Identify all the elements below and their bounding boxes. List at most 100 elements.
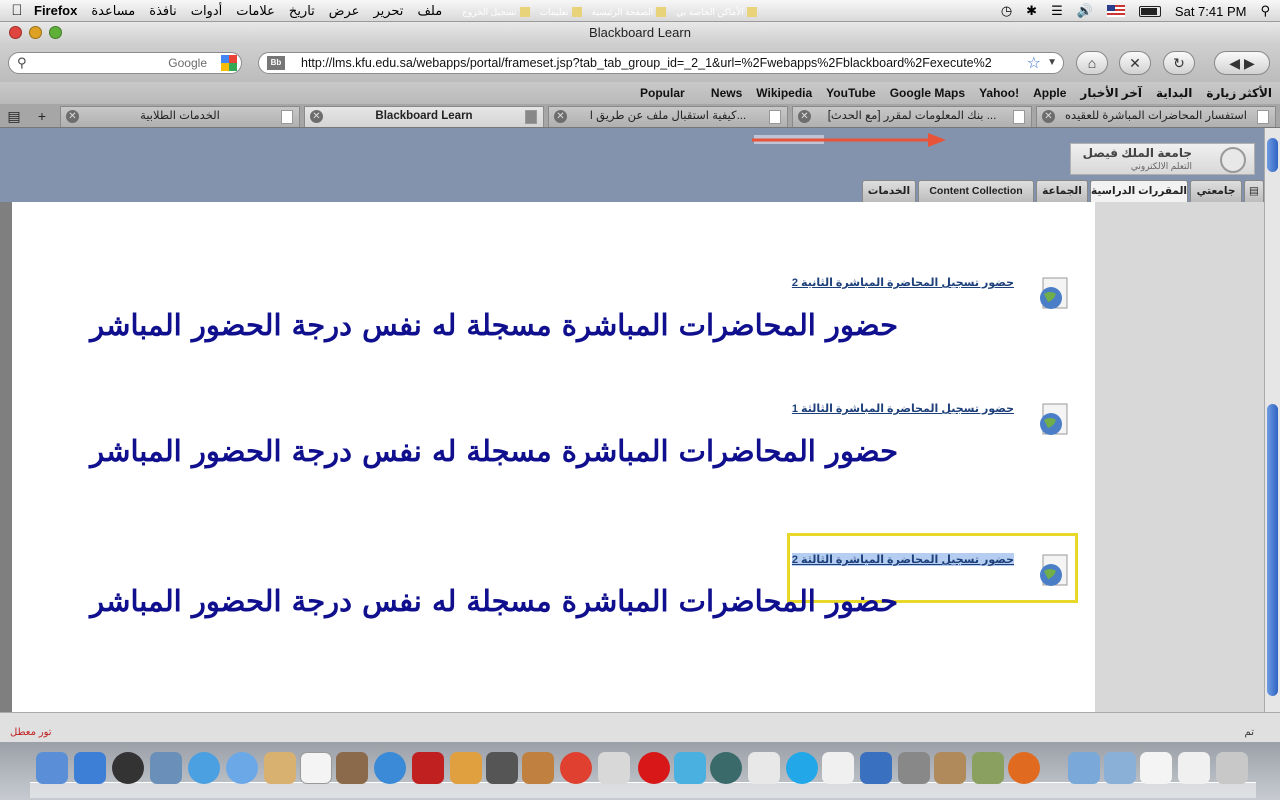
- preview-icon[interactable]: [336, 752, 368, 784]
- messenger-icon[interactable]: [674, 752, 706, 784]
- safari-icon[interactable]: [188, 752, 220, 784]
- opera-icon[interactable]: [638, 752, 670, 784]
- page-scrollbar[interactable]: [1264, 128, 1280, 712]
- close-tab-icon[interactable]: ✕: [1042, 110, 1055, 123]
- address-book-icon[interactable]: [264, 752, 296, 784]
- trash-icon[interactable]: [1216, 752, 1248, 784]
- bookmark-apple[interactable]: Apple: [1033, 86, 1066, 100]
- home-button[interactable]: ⌂: [1076, 51, 1108, 75]
- app-store-icon[interactable]: [74, 752, 106, 784]
- inner-scroll-thumb[interactable]: [1267, 404, 1278, 696]
- bookmark-news[interactable]: News: [711, 86, 742, 100]
- applications-folder-icon[interactable]: [1068, 752, 1100, 784]
- menu-bookmarks[interactable]: علامات: [236, 3, 275, 19]
- finder-icon[interactable]: [36, 752, 68, 784]
- time-machine-dock-icon[interactable]: [710, 752, 742, 784]
- nav-tab-community[interactable]: الجماعة: [1036, 180, 1088, 202]
- minimize-window-icon[interactable]: [29, 26, 42, 39]
- iphoto-icon[interactable]: [450, 752, 482, 784]
- university-logo[interactable]: جامعة الملك فيصل التعلم الالكتروني: [1070, 143, 1255, 175]
- zoom-window-icon[interactable]: [49, 26, 62, 39]
- volume-icon[interactable]: 🔊: [1077, 3, 1093, 19]
- home-link[interactable]: الصفحة الرئيسية: [592, 7, 667, 18]
- tab-lectures-inquiry[interactable]: ✕ استفسار المحاضرات المباشرة للعقيده: [1036, 106, 1276, 127]
- bookmark-latest-news[interactable]: آخر الأخبار: [1080, 86, 1142, 100]
- itunes-icon[interactable]: [374, 752, 406, 784]
- ichat-icon[interactable]: [226, 752, 258, 784]
- adium-icon[interactable]: [748, 752, 780, 784]
- item-link-2[interactable]: حضور تسجيل المحاضرة المباشرة الثالثة 1: [792, 402, 1014, 415]
- nav-tab-services[interactable]: الخدمات: [862, 180, 916, 202]
- flower-app-icon[interactable]: [822, 752, 854, 784]
- url-text[interactable]: http://lms.kfu.edu.sa/webapps/portal/fra…: [301, 56, 1021, 70]
- bookmark-start[interactable]: البداية: [1156, 86, 1192, 100]
- dvd-player-icon[interactable]: [598, 752, 630, 784]
- time-machine-icon[interactable]: ◷: [1001, 3, 1012, 19]
- bookmark-popular[interactable]: Popular: [640, 86, 685, 100]
- stop-button[interactable]: ✕: [1119, 51, 1151, 75]
- imovie-icon[interactable]: [486, 752, 518, 784]
- bookmark-wikipedia[interactable]: Wikipedia: [756, 86, 812, 100]
- sp-app-icon[interactable]: [860, 752, 892, 784]
- chrome-icon[interactable]: [560, 752, 592, 784]
- battery-icon[interactable]: [1138, 5, 1161, 17]
- documents-folder-icon[interactable]: [1104, 752, 1136, 784]
- menu-window[interactable]: نافذة: [149, 3, 176, 19]
- url-dropdown-icon[interactable]: ▼: [1047, 57, 1057, 68]
- reload-button[interactable]: ↻: [1163, 51, 1195, 75]
- downloads-stack-icon[interactable]: [1140, 752, 1172, 784]
- menu-file[interactable]: ملف: [417, 3, 442, 19]
- menu-view[interactable]: عرض: [329, 3, 360, 19]
- bookmark-youtube[interactable]: YouTube: [826, 86, 876, 100]
- bookmark-google-maps[interactable]: Google Maps: [890, 86, 965, 100]
- back-forward-button[interactable]: ◀ ▶: [1214, 51, 1270, 75]
- new-tab-button[interactable]: +: [30, 107, 54, 125]
- app-name[interactable]: Firefox: [34, 3, 77, 18]
- nav-tab-content-collection[interactable]: Content Collection: [918, 180, 1034, 202]
- google-icon[interactable]: [221, 55, 237, 71]
- stack-icon[interactable]: [1178, 752, 1210, 784]
- item-link-3[interactable]: حضور تسجيل المحاضرة المباشرة الثالثة 2: [791, 553, 1014, 566]
- close-tab-icon[interactable]: ✕: [554, 110, 567, 123]
- clock[interactable]: Sat 7:41 PM: [1175, 4, 1247, 19]
- spotlight-icon[interactable]: ⚲: [1260, 3, 1270, 19]
- system-preferences-icon[interactable]: [898, 752, 930, 784]
- photo-booth-icon[interactable]: [412, 752, 444, 784]
- my-places-link[interactable]: الأماكن الخاصة بي: [676, 7, 757, 18]
- nav-tab-my-university[interactable]: جامعتي: [1190, 180, 1242, 202]
- dashboard-icon[interactable]: [112, 752, 144, 784]
- menu-tools[interactable]: أدوات: [191, 3, 223, 19]
- bookmark-most-visited[interactable]: الأكثر زيارة: [1206, 86, 1272, 100]
- close-tab-icon[interactable]: ✕: [66, 110, 79, 123]
- mail-icon[interactable]: [150, 752, 182, 784]
- menu-history[interactable]: تاريخ: [289, 3, 315, 19]
- nav-tab-courses[interactable]: المقررات الدراسية: [1090, 180, 1188, 202]
- tab-blackboard[interactable]: ✕ Blackboard Learn: [304, 106, 544, 127]
- menu-edit[interactable]: تحرير: [373, 3, 403, 19]
- utility-icon[interactable]: [972, 752, 1004, 784]
- close-tab-icon[interactable]: ✕: [798, 110, 811, 123]
- item-link-1[interactable]: حضور تسجيل المحاضرة المباشرة الثانية 2: [792, 276, 1014, 289]
- search-input[interactable]: ⚲ Google: [8, 52, 242, 74]
- menu-help[interactable]: مساعدة: [91, 3, 135, 19]
- outer-scroll-thumb[interactable]: [1267, 138, 1278, 172]
- tab-student-services[interactable]: ✕ الخدمات الطلابية: [60, 106, 300, 127]
- url-bar[interactable]: Bb http://lms.kfu.edu.sa/webapps/portal/…: [258, 52, 1064, 74]
- tab-file-receive[interactable]: ✕ كيفية استقبال ملف عن طريق ا...: [548, 106, 788, 127]
- tab-info-bank[interactable]: ✕ [مع الحدث] بنك المعلومات لمقرر ...: [792, 106, 1032, 127]
- apple-icon[interactable]: : [0, 2, 34, 19]
- bluetooth-icon[interactable]: ✱: [1026, 3, 1037, 19]
- skype-icon[interactable]: [786, 752, 818, 784]
- archive-icon[interactable]: [934, 752, 966, 784]
- tab-menu-icon[interactable]: ▤: [1244, 180, 1264, 202]
- close-window-icon[interactable]: [9, 26, 22, 39]
- firefox-icon[interactable]: [1008, 752, 1040, 784]
- close-tab-icon[interactable]: ✕: [310, 110, 323, 123]
- ical-icon[interactable]: [300, 752, 332, 784]
- input-flag-icon[interactable]: [1106, 5, 1125, 17]
- bookmark-star-icon[interactable]: ☆: [1027, 53, 1041, 73]
- bookmark-yahoo[interactable]: Yahoo!: [979, 86, 1019, 100]
- garageband-icon[interactable]: [522, 752, 554, 784]
- wifi-icon[interactable]: ☰: [1051, 3, 1063, 19]
- help-link[interactable]: تعليمات: [540, 7, 582, 18]
